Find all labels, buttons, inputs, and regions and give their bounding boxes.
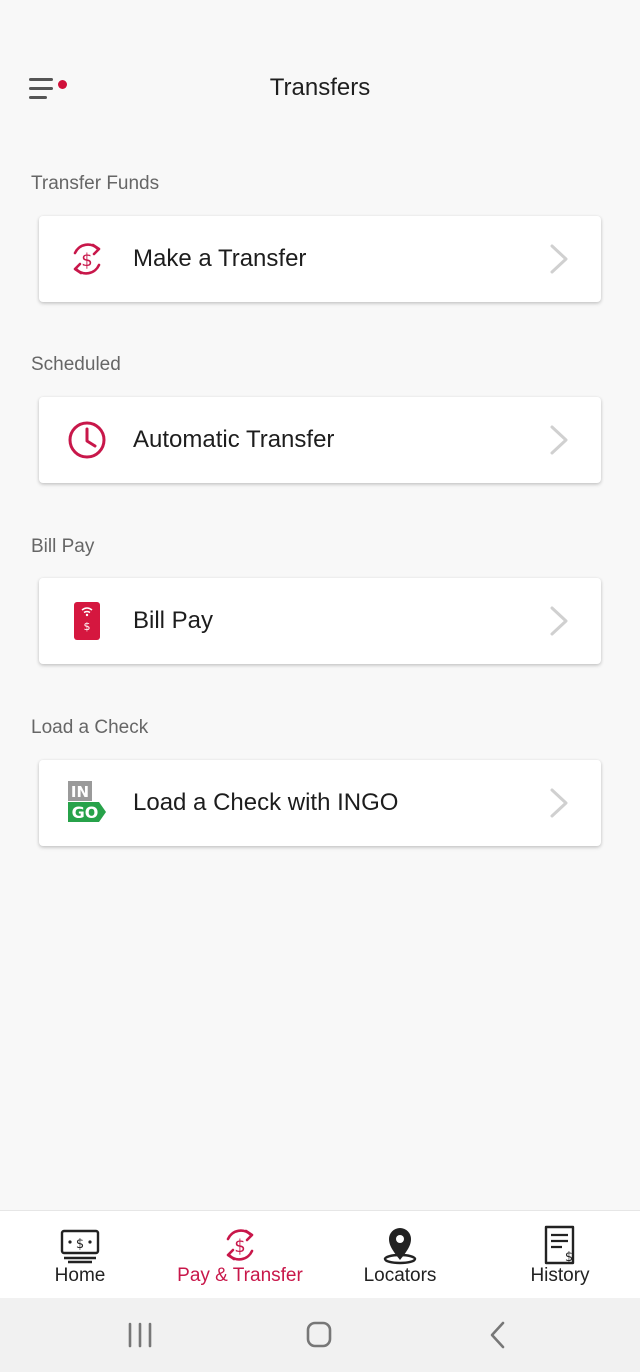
back-button[interactable] — [478, 1318, 518, 1352]
receipt-icon: $ — [544, 1225, 575, 1265]
svg-text:$: $ — [81, 250, 92, 271]
automatic-transfer-card[interactable]: Automatic Transfer — [39, 397, 601, 483]
make-transfer-label: Make a Transfer — [133, 245, 307, 272]
bill-pay-card[interactable]: $ Bill Pay — [39, 578, 601, 664]
bill-phone-icon: $ — [74, 602, 100, 640]
home-button[interactable] — [299, 1318, 339, 1352]
chevron-right-icon — [550, 788, 568, 818]
section-label-bill-pay: Bill Pay — [31, 536, 95, 557]
ingo-logo-icon: IN GO — [68, 781, 106, 822]
nav-pay-transfer-label: Pay & Transfer — [177, 1265, 303, 1286]
nav-home-label: Home — [54, 1265, 106, 1286]
section-label-load-check: Load a Check — [31, 717, 149, 738]
svg-text:$: $ — [76, 1237, 84, 1252]
chevron-right-icon — [550, 425, 568, 455]
make-transfer-card[interactable]: $ Make a Transfer — [39, 216, 601, 302]
nav-pay-transfer[interactable]: $ Pay & Transfer — [160, 1211, 320, 1299]
load-check-card[interactable]: IN GO Load a Check with INGO — [39, 760, 601, 846]
dollar-cycle-icon: $ — [73, 243, 101, 275]
svg-text:$: $ — [234, 1236, 245, 1257]
chevron-right-icon — [550, 606, 568, 636]
clock-icon — [68, 421, 106, 459]
svg-text:GO: GO — [72, 803, 99, 822]
system-nav-bar — [0, 1298, 640, 1372]
nav-locators[interactable]: Locators — [320, 1211, 480, 1299]
automatic-transfer-label: Automatic Transfer — [133, 426, 335, 453]
bottom-nav: $ Home $ Pay & Transfer Locators $ Histo… — [0, 1210, 640, 1298]
svg-text:$: $ — [565, 1250, 573, 1265]
nav-home[interactable]: $ Home — [0, 1211, 160, 1299]
cash-icon: $ — [60, 1229, 100, 1264]
transfers-screen: Transfers Transfer Funds $ Make a Transf… — [0, 0, 640, 1372]
bill-pay-label: Bill Pay — [133, 607, 214, 634]
app-header: Transfers — [0, 60, 640, 120]
dollar-cycle-icon: $ — [226, 1229, 254, 1261]
nav-locators-label: Locators — [363, 1265, 437, 1286]
page-title: Transfers — [269, 74, 371, 101]
nav-history[interactable]: $ History — [480, 1211, 640, 1299]
nav-history-label: History — [530, 1265, 590, 1286]
section-label-scheduled: Scheduled — [31, 354, 121, 375]
location-pin-icon — [383, 1228, 417, 1265]
svg-text:IN: IN — [71, 783, 89, 801]
load-check-label: Load a Check with INGO — [133, 789, 399, 816]
recent-apps-button[interactable] — [120, 1318, 160, 1352]
svg-text:$: $ — [84, 620, 91, 633]
chevron-right-icon — [550, 244, 568, 274]
section-label-transfer-funds: Transfer Funds — [31, 173, 160, 194]
